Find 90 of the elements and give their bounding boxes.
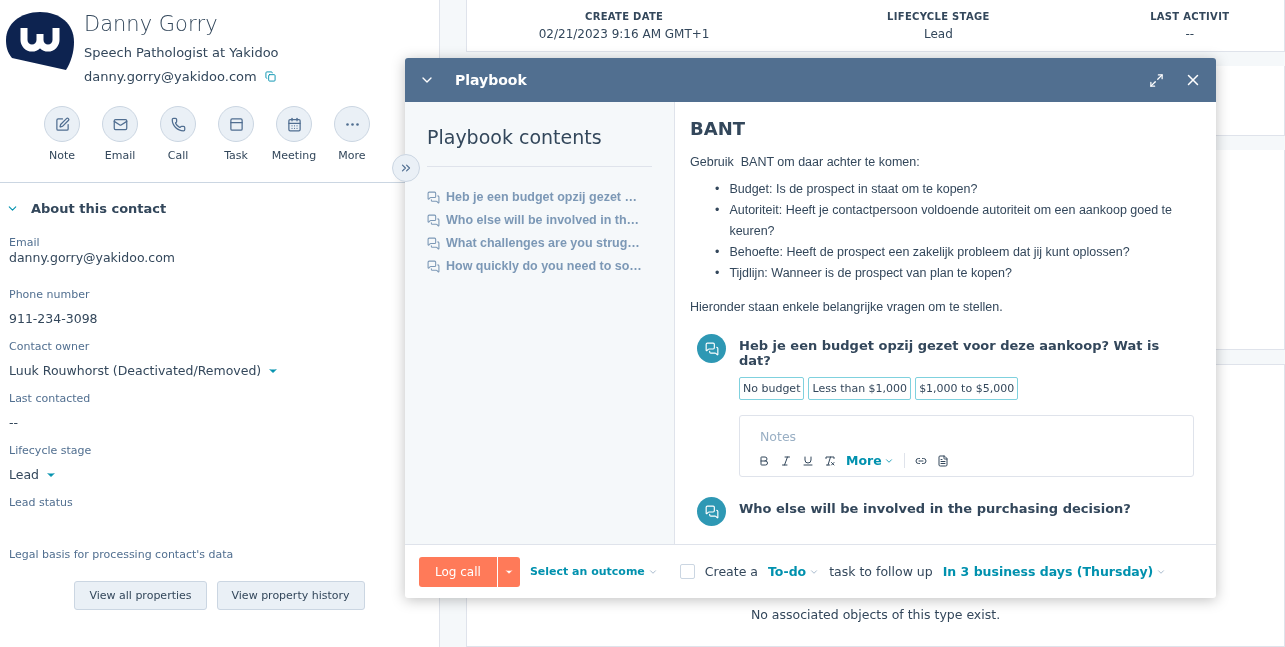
contact-name: Danny Gorry [84,12,219,36]
section-toggle[interactable]: About this contact [6,201,430,216]
outro-text: Hieronder staan enkele belangrijke vragen om te stellen. [690,300,1004,314]
caret-button[interactable] [496,556,520,587]
action-label: Task [224,149,248,162]
property-label: Lead status [9,496,74,509]
double-chevron-icon [399,161,413,175]
property-label: Phone number [9,288,91,301]
properties-button[interactable]: View property history [216,581,365,610]
meeting-action-button[interactable] [276,106,312,142]
action-label: Email [104,149,136,162]
log-call-button[interactable]: Log call [419,556,497,587]
expand-panel-button[interactable] [392,154,420,182]
bullet-item: Budget: Is de prospect in staat om te kopen? [729,181,978,198]
action-label: More [338,149,366,162]
property-label: Last contacted [9,392,92,405]
column-value: Lead [923,27,953,41]
clear-format-icon[interactable] [824,454,836,467]
property-value: Luuk Rouwhorst (Deactivated/Removed) [9,363,262,378]
action-label: Call [167,149,189,162]
bullet-marker: • [715,244,720,261]
bullet-marker: • [715,181,720,198]
task-type-dropdown[interactable]: To-do [768,564,820,579]
chat-bubbles-icon [427,237,440,250]
column-heading: LAST ACTIVIT [1150,11,1230,22]
properties-button[interactable]: View all properties [74,581,207,610]
bullet-item: Tijdlijn: Wanneer is de prospect van plan te kopen? [729,265,1012,282]
email-action-button[interactable] [102,106,138,142]
property-value: -- [9,415,19,430]
answer-option[interactable]: No budget [739,377,805,400]
property-value: danny.gorry@yakidoo.com [9,250,175,265]
contact-email: danny.gorry@yakidoo.com [84,69,257,84]
more-icon [345,122,359,126]
bullet-item: Autoriteit: Heeft je contactpersoon voldoende autoriteit om een aankoop goed te keuren? [729,202,1174,240]
contents-link[interactable]: Who else will be involved in th… [446,212,640,229]
contact-title: Speech Pathologist at Yakidoo [84,45,279,60]
follow-up-text: task to follow up [829,564,933,579]
note-icon [54,116,70,132]
column-value: 02/21/2023 9:16 AM GMT+1 [538,27,710,41]
answer-option[interactable]: $1,000 to $5,000 [915,377,1019,400]
property-label: Email [9,236,41,249]
action-label: Meeting [271,149,317,162]
question-text: Who else will be involved in the purchasing decision? [739,501,1132,516]
property-label: Lifecycle stage [9,444,93,457]
chat-bubbles-icon [704,341,719,356]
task-action-button[interactable] [218,106,254,142]
bullet-item: Behoefte: Heeft de prospect een zakelijk probleem dat jij kunt oplossen? [729,244,1130,261]
column-value: -- [1185,27,1195,41]
chat-bubbles-icon [427,214,440,227]
answer-option[interactable]: Less than $1,000 [808,377,912,400]
bold-icon[interactable] [758,454,770,467]
property-label: Legal basis for processing contact's data [9,548,235,561]
document-icon[interactable] [936,454,949,467]
meeting-icon [286,116,302,132]
notes-field[interactable]: Notes More [739,415,1194,477]
intro-text: Gebruik BANT om daar achter te komen: [690,155,921,169]
chat-bubbles-icon [427,191,440,204]
create-text: Create a [704,564,758,579]
copy-icon[interactable] [264,71,276,82]
email-icon [112,116,128,132]
empty-message: No associated objects of this type exist. [750,607,1001,622]
contents-link[interactable]: Heb je een budget opzij gezet … [446,189,637,206]
contents-link[interactable]: How quickly do you need to so… [446,258,642,275]
more-menu[interactable]: More [846,453,905,468]
call-icon [170,116,186,132]
chat-bubbles-icon [427,260,440,273]
due-date-dropdown[interactable]: In 3 business days (Thursday) [942,564,1167,579]
follow-up-checkbox[interactable] [679,564,695,579]
property-value: 911-234-3098 [9,311,98,326]
underline-icon[interactable] [802,454,814,467]
property-value: Lead [9,467,40,482]
contents-title: Playbook contents [427,126,652,167]
task-icon [228,116,244,132]
outcome-dropdown[interactable]: Select an outcome [529,565,658,578]
contents-link[interactable]: What challenges are you strug… [446,235,640,252]
bullet-marker: • [715,265,720,282]
chat-bubbles-icon [704,504,719,519]
playbook-heading: BANT [690,118,746,139]
action-label: Note [48,149,75,162]
dialog-title: Playbook [455,72,528,88]
question-text: Heb je een budget opzij gezet voor deze aankoop? Wat is dat? [739,338,1161,368]
logo [4,10,76,72]
note-action-button[interactable] [44,106,80,142]
bullet-marker: • [715,202,720,219]
expand-icon[interactable] [1149,72,1164,88]
call-action-button[interactable] [160,106,196,142]
column-heading: CREATE DATE [585,11,664,22]
property-label: Contact owner [9,340,91,353]
italic-icon[interactable] [780,454,792,467]
column-heading: LIFECYCLE STAGE [887,11,990,22]
